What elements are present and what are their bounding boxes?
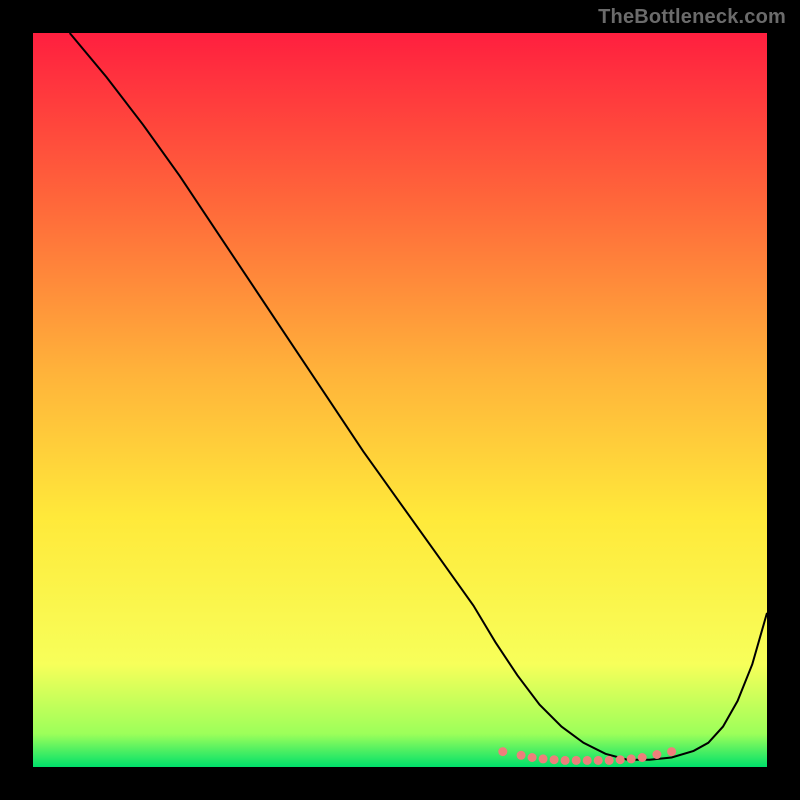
flat-marker [539, 754, 548, 763]
flat-marker [667, 747, 676, 756]
flat-marker [616, 755, 625, 764]
chart-container: TheBottleneck.com [0, 0, 800, 800]
flat-marker [652, 750, 661, 759]
watermark-text: TheBottleneck.com [598, 6, 786, 29]
flat-marker [528, 753, 537, 762]
flat-marker [572, 756, 581, 765]
flat-marker [561, 756, 570, 765]
flat-marker [627, 754, 636, 763]
flat-marker [638, 753, 647, 762]
flat-marker [583, 756, 592, 765]
flat-marker [517, 751, 526, 760]
plot-background [33, 33, 767, 767]
flat-marker [498, 747, 507, 756]
flat-marker [550, 755, 559, 764]
flat-marker [594, 756, 603, 765]
chart-svg [0, 0, 800, 800]
flat-marker [605, 756, 614, 765]
